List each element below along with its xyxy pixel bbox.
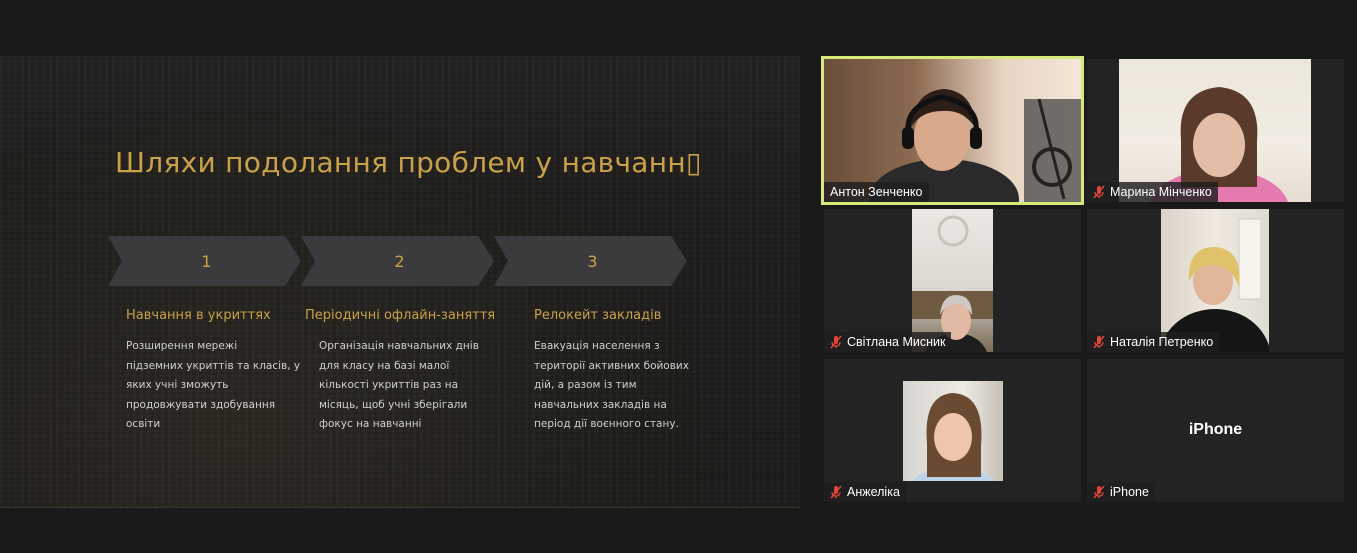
participant-tile-svitlana[interactable]: Світлана Мисник — [824, 209, 1081, 352]
participant-video — [1161, 209, 1269, 352]
step-body-2: Організація навчальних днів для класу на… — [319, 337, 479, 435]
muted-microphone-icon — [830, 335, 842, 349]
video-frame-icon — [1161, 218, 1269, 352]
participant-name-tag: Анжеліка — [824, 482, 906, 502]
step-heading-1: Навчання в укриттях — [126, 308, 271, 323]
muted-microphone-icon — [830, 485, 842, 499]
step-body-line: кількості укриттів раз на — [319, 379, 459, 391]
participant-name-tag: Антон Зенченко — [824, 182, 929, 202]
step-body-line: яких учні зможуть — [126, 379, 229, 391]
step-body-line: Евакуація населення з — [534, 340, 660, 352]
participant-video — [903, 381, 1003, 481]
step-chevron-2: 2 — [301, 236, 494, 286]
step-body-line: місяць, щоб учні зберігали — [319, 398, 468, 411]
step-chevron-3: 3 — [494, 236, 687, 286]
step-body-1: Розширення мережі підземних укриттів та … — [126, 337, 300, 435]
step-number-3: 3 — [587, 251, 598, 271]
step-body-line: продовжувати здобування — [126, 398, 276, 411]
participant-name: Наталія Петренко — [1110, 335, 1214, 349]
participant-tile-iphone[interactable]: iPhone iPhone — [1087, 359, 1344, 502]
muted-microphone-icon — [1093, 185, 1105, 199]
slide-title: Шляхи подолання проблем у навчанн▯ — [115, 146, 702, 179]
muted-microphone-icon — [1093, 485, 1105, 499]
step-body-line: для класу на базі малої — [319, 359, 450, 372]
participant-name: iPhone — [1110, 485, 1149, 499]
divider — [0, 507, 800, 508]
step-body-line: навчальних закладів на — [534, 398, 667, 411]
step-number-1: 1 — [201, 251, 212, 271]
participant-video — [1119, 59, 1311, 202]
step-body-line: Організація навчальних днів — [319, 340, 479, 352]
participant-tile-anton[interactable]: Антон Зенченко — [821, 56, 1084, 205]
participant-video — [912, 209, 993, 352]
participant-center-label: iPhone — [1188, 421, 1243, 438]
participant-video — [824, 59, 1081, 202]
participant-name-tag: Світлана Мисник — [824, 332, 952, 352]
step-chevron-1: 1 — [108, 236, 301, 286]
video-frame-icon — [912, 215, 993, 352]
participant-name-tag: Марина Мінченко — [1087, 182, 1218, 202]
step-body-line: період дії воєнного стану. — [534, 418, 679, 430]
video-frame-icon — [912, 393, 994, 481]
muted-microphone-icon — [1093, 335, 1105, 349]
participant-name: Антон Зенченко — [830, 185, 923, 199]
step-body-3: Евакуація населення з території активних… — [534, 337, 689, 435]
video-frame-icon — [869, 89, 1081, 202]
step-body-line: дій, а разом із тим — [534, 379, 637, 391]
video-frame-icon — [1150, 87, 1288, 202]
participant-tile-anzhelika[interactable]: Анжеліка — [824, 359, 1081, 502]
step-body-line: території активних бойових — [534, 359, 689, 372]
step-body-line: фокус на навчанні — [319, 418, 422, 430]
step-body-line: Розширення мережі — [126, 340, 238, 352]
step-body-line: освіти — [126, 418, 161, 430]
participant-tile-nataliia[interactable]: Наталія Петренко — [1087, 209, 1344, 352]
participant-name-tag: iPhone — [1087, 482, 1155, 502]
step-heading-3: Релокейт закладів — [534, 308, 662, 323]
participant-name: Марина Мінченко — [1110, 185, 1212, 199]
step-body-line: підземних укриттів та класів, у — [126, 359, 301, 372]
step-number-2: 2 — [394, 251, 405, 271]
participant-name: Світлана Мисник — [847, 335, 946, 349]
participant-name-tag: Наталія Петренко — [1087, 332, 1220, 352]
step-heading-2: Періодичні офлайн-заняття — [305, 308, 496, 323]
participant-name: Анжеліка — [847, 485, 900, 499]
participant-tile-maryna[interactable]: Марина Мінченко — [1087, 59, 1344, 202]
